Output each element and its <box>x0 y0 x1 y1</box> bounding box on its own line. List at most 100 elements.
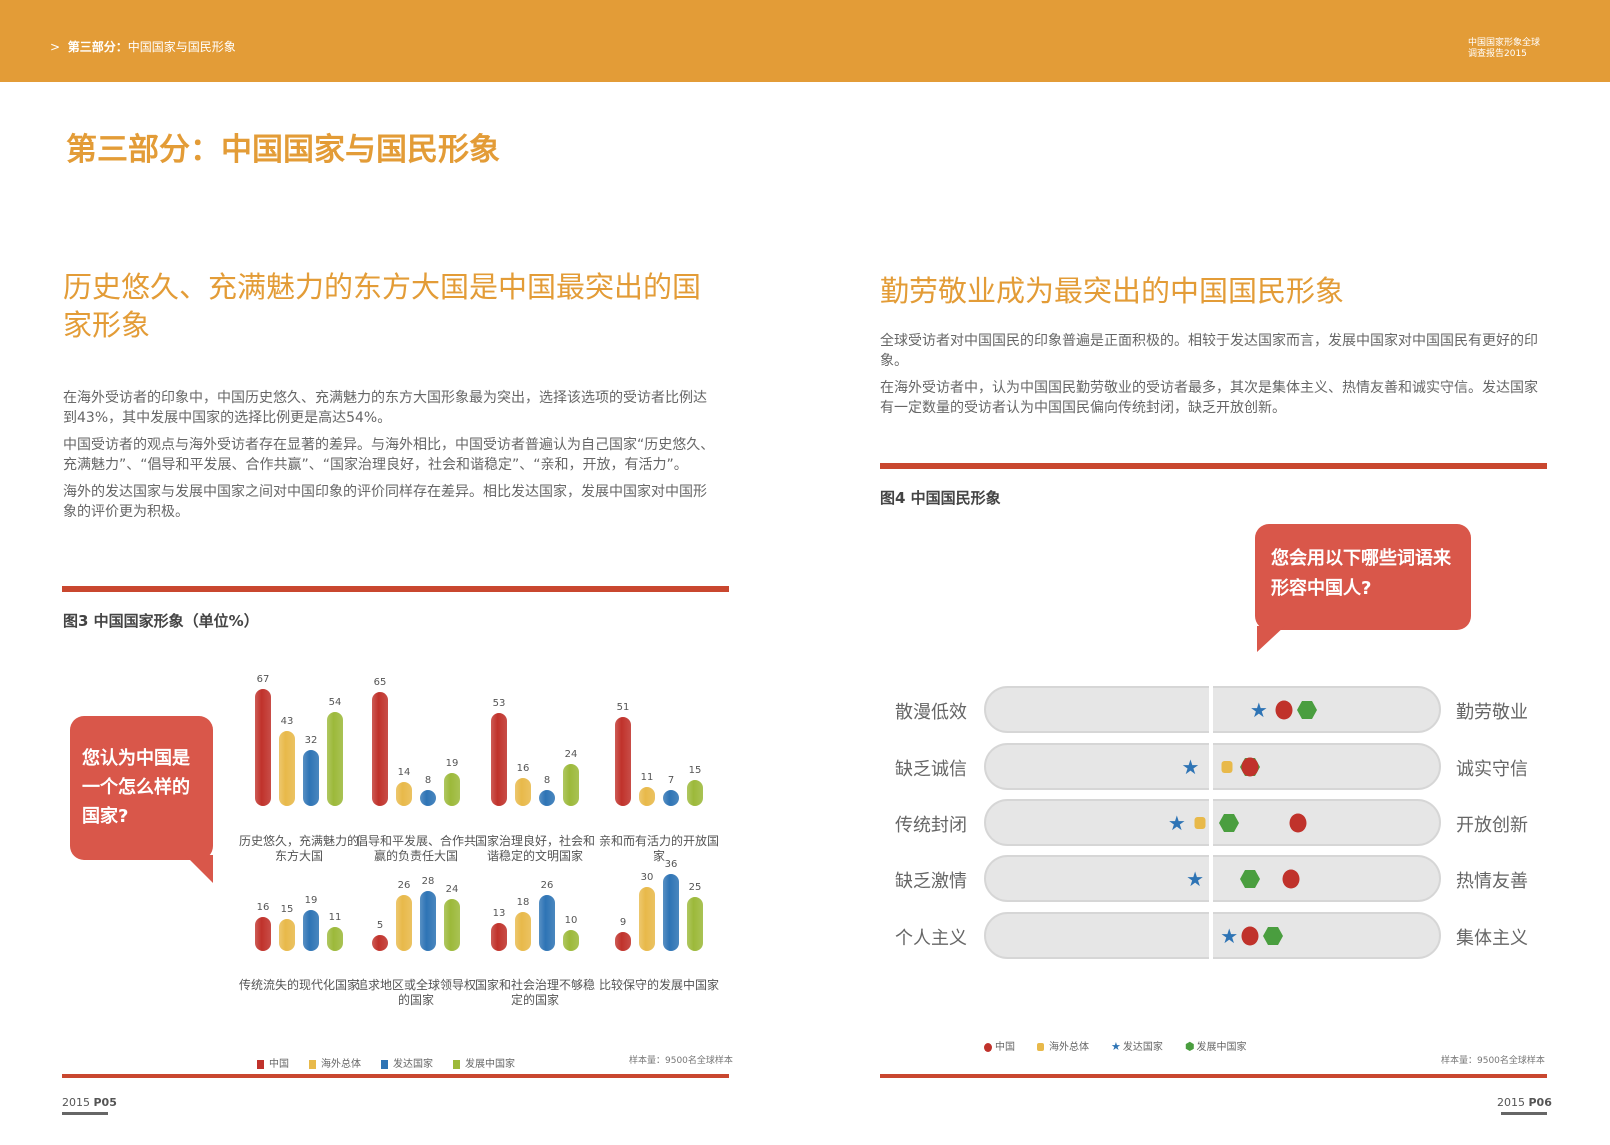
page-title: 第三部分：中国国家与国民形象 <box>66 132 500 168</box>
scale-left-label: 个人主义 <box>895 928 967 949</box>
breadcrumb-arrow: > <box>50 40 61 54</box>
figure3-legend: 中国 海外总体 发达国家 发展中国家 <box>257 1055 515 1070</box>
star-marker: ★ <box>1249 698 1268 722</box>
bar-发达国家 <box>663 873 679 951</box>
scale-left-label: 缺乏诚信 <box>895 759 967 780</box>
value-label: 51 <box>616 701 630 713</box>
scale-center-line <box>1209 797 1213 849</box>
category-label: 传统流失的现代化国家 <box>238 978 359 992</box>
bar-发达国家 <box>420 790 436 806</box>
scale-right-label: 勤劳敬业 <box>1456 702 1528 723</box>
value-label: 5 <box>376 920 384 931</box>
footer-year: 2015 <box>62 1096 90 1109</box>
legend-item: ⬢ 发展中国家 <box>1185 1038 1247 1053</box>
bar-海外总体 <box>639 786 655 806</box>
legend-item: 发展中国家 <box>453 1055 515 1070</box>
footer-page: P06 <box>1528 1096 1552 1109</box>
scale-right-label: 集体主义 <box>1456 928 1528 949</box>
value-label: 65 <box>373 677 387 689</box>
bar-发展中国家 <box>687 897 703 951</box>
category-label: 倡导和平发展、合作共赢的负责任大国 <box>355 834 476 863</box>
legend-item: 发达国家 <box>381 1055 433 1070</box>
value-label: 8 <box>424 775 432 786</box>
bar-海外总体 <box>279 918 295 951</box>
page-number-left: 2015 P05 <box>62 1096 117 1109</box>
value-label: 8 <box>543 775 551 786</box>
category-label: 历史悠久，充满魅力的东方大国 <box>238 834 359 863</box>
category-label: 比较保守的发展中国家 <box>598 978 719 992</box>
legend-label: 中国 <box>269 1059 289 1070</box>
value-label: 54 <box>328 696 342 708</box>
header-band <box>0 0 1610 82</box>
value-label: 19 <box>304 895 318 907</box>
scale-right-label: 诚实守信 <box>1456 759 1528 780</box>
square-marker <box>1194 817 1206 829</box>
scale-center-line <box>1209 853 1213 905</box>
bar-中国 <box>372 935 388 951</box>
legend-swatch <box>309 1059 316 1069</box>
legend-swatch <box>453 1059 460 1069</box>
bar-发展中国家 <box>327 927 343 951</box>
category-label: 追求地区或全球领导权的国家 <box>355 978 476 1007</box>
circle-marker <box>1282 869 1300 889</box>
bar-海外总体 <box>396 781 412 806</box>
value-label: 15 <box>688 764 702 776</box>
scale-left-label: 散漫低效 <box>895 702 967 723</box>
bar-发展中国家 <box>327 711 343 806</box>
bar-海外总体 <box>639 886 655 951</box>
bar-发展中国家 <box>444 899 460 951</box>
left-body: 在海外受访者的印象中，中国历史悠久、充满魅力的东方大国形象最为突出，选择该选项的… <box>63 388 718 529</box>
value-label: 32 <box>304 735 318 746</box>
value-label: 53 <box>492 698 506 710</box>
footer-underline <box>62 1112 108 1115</box>
left-heading: 历史悠久、充满魅力的东方大国是中国最突出的国家形象 <box>63 270 702 342</box>
report-name-line2: 调查报告2015 <box>1468 49 1527 59</box>
sample-size-note: 样本量：9500名全球样本 <box>629 1056 733 1066</box>
figure4-scale-chart: 散漫低效 勤劳敬业 ★ 缺乏诚信 诚实守信 ★ 传统封闭 开放创新 ★ 缺乏激情 热情友善 ★ 个人主义… <box>0 0 1528 962</box>
page-number-right: 2015 P06 <box>1497 1096 1552 1109</box>
hexagon-marker <box>1219 813 1240 833</box>
legend-item: 海外总体 <box>309 1055 361 1070</box>
value-label: 24 <box>564 749 578 760</box>
report-name: 中国国家形象全球 调查报告2015 <box>1468 38 1558 60</box>
value-label: 43 <box>280 715 294 727</box>
bar-中国 <box>491 713 507 806</box>
scale-left-label: 传统封闭 <box>895 815 967 836</box>
breadcrumb[interactable]: > 第三部分：中国国家与国民形象 <box>50 38 236 55</box>
question-text: 您会用以下哪些词语来形容中国人? <box>1271 548 1451 599</box>
divider-line <box>880 463 1547 469</box>
circle-icon <box>984 1042 992 1052</box>
category-label: 国家治理良好，社会和谐稳定的文明国家 <box>474 834 595 863</box>
bar-中国 <box>491 923 507 951</box>
scale-right-label: 开放创新 <box>1456 815 1528 836</box>
legend-item: ★ 发达国家 <box>1111 1038 1163 1053</box>
star-marker: ★ <box>1167 811 1186 835</box>
value-label: 25 <box>688 882 702 894</box>
scale-center-line <box>1209 910 1213 962</box>
footer-page: P05 <box>93 1096 117 1109</box>
legend-item: 海外总体 <box>1037 1038 1089 1053</box>
bar-海外总体 <box>515 778 531 806</box>
value-label: 67 <box>256 673 270 685</box>
scale-center-line <box>1209 684 1213 736</box>
star-icon: ★ <box>1111 1040 1121 1053</box>
bar-发展中国家 <box>563 929 579 951</box>
question-bubble-left: 您认为中国是一个怎么样的国家? <box>70 716 213 860</box>
divider-line <box>62 586 729 592</box>
star-marker: ★ <box>1181 755 1200 779</box>
value-label: 9 <box>619 916 627 928</box>
bar-中国 <box>372 692 388 806</box>
bar-海外总体 <box>396 895 412 951</box>
legend-label: 发展中国家 <box>1196 1042 1247 1053</box>
value-label: 24 <box>445 884 459 896</box>
question-text: 您认为中国是一个怎么样的国家? <box>82 748 190 827</box>
value-label: 36 <box>664 858 678 870</box>
right-body: 全球受访者对中国国民的印象普遍是正面积极的。相较于发达国家而言，发展中国家对中国… <box>880 331 1547 425</box>
value-label: 19 <box>445 757 459 769</box>
bar-中国 <box>255 916 271 951</box>
star-marker: ★ <box>1220 924 1239 948</box>
right-paragraph: 在海外受访者中，认为中国国民勤劳敬业的受访者最多，其次是集体主义、热情友善和诚实… <box>880 380 1538 416</box>
bar-发展中国家 <box>444 772 460 806</box>
left-paragraph: 在海外受访者的印象中，中国历史悠久、充满魅力的东方大国形象最为突出，选择该选项的… <box>63 390 707 426</box>
figure4-title: 图4 中国国民形象 <box>880 489 1001 507</box>
